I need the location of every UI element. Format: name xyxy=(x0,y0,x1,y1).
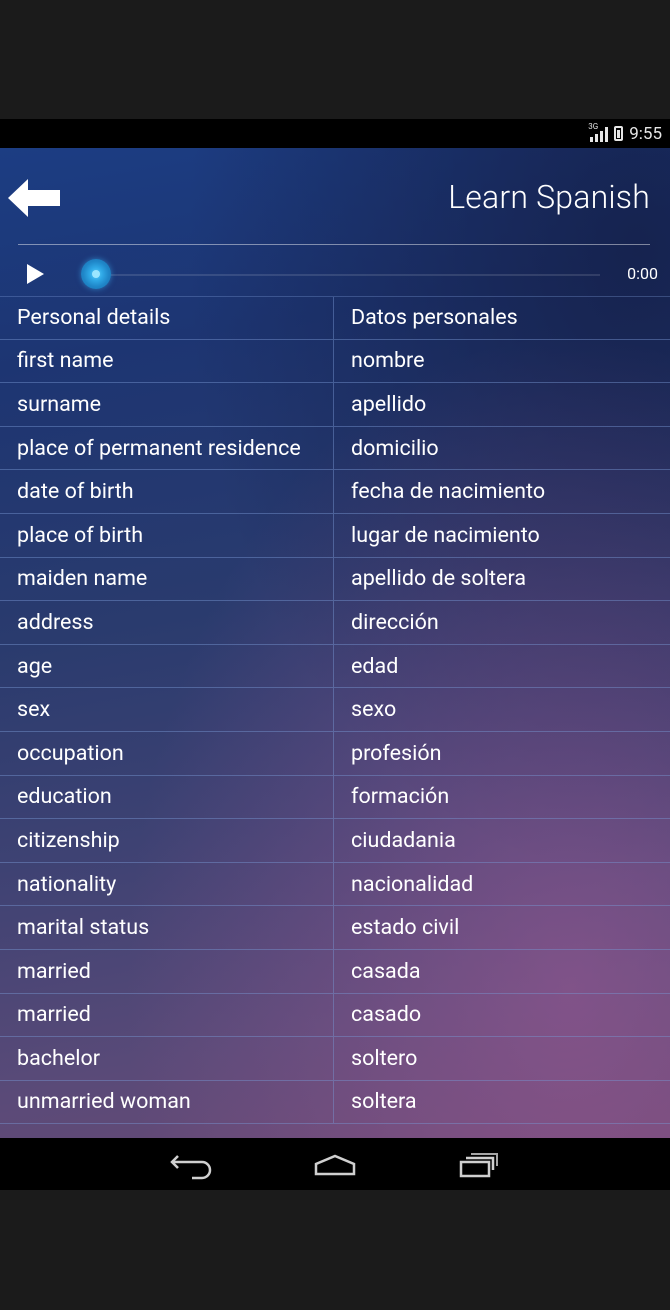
back-arrow-icon[interactable] xyxy=(8,179,60,217)
elapsed-time: 0:00 xyxy=(627,264,658,283)
header-divider xyxy=(18,244,650,245)
top-letterbox xyxy=(0,0,670,119)
table-row[interactable]: citizenship ciudadania xyxy=(0,819,670,863)
english-term: Personal details xyxy=(0,297,334,339)
seek-thumb[interactable] xyxy=(81,259,111,289)
status-time: 9:55 xyxy=(629,123,662,144)
table-row[interactable]: place of permanent residence domicilio xyxy=(0,426,670,471)
table-row[interactable]: bachelor soltero xyxy=(0,1037,670,1081)
table-row[interactable]: sex sexo xyxy=(0,688,670,732)
table-row[interactable]: place of birth lugar de nacimiento xyxy=(0,513,670,558)
spanish-term: Datos personales xyxy=(351,305,518,331)
table-row[interactable]: nationality nacionalidad xyxy=(0,862,670,907)
table-row[interactable]: first name nombre xyxy=(0,339,670,384)
english-term: unmarried woman xyxy=(0,1080,334,1124)
play-icon[interactable] xyxy=(25,262,45,286)
english-term: place of birth xyxy=(0,513,334,557)
table-row[interactable]: marital status estado civil xyxy=(0,906,670,950)
english-term: surname xyxy=(0,383,334,426)
spanish-term: casada xyxy=(351,958,421,984)
english-term: address xyxy=(0,601,334,644)
english-term: marital status xyxy=(0,906,334,949)
nav-home-icon[interactable] xyxy=(310,1148,360,1180)
spanish-term: profesión xyxy=(351,740,442,766)
spanish-term: soltera xyxy=(351,1089,417,1115)
english-term: nationality xyxy=(0,862,334,906)
table-row[interactable]: maiden name apellido de soltera xyxy=(0,557,670,602)
table-row[interactable]: education formación xyxy=(0,775,670,820)
spanish-term: nacionalidad xyxy=(351,871,474,897)
header: Learn Spanish 0:00 xyxy=(0,148,670,296)
battery-icon xyxy=(614,126,624,141)
table-row[interactable]: date of birth fecha de nacimiento xyxy=(0,470,670,514)
table-row[interactable]: married casado xyxy=(0,993,670,1038)
english-term: occupation xyxy=(0,731,334,775)
nav-back-icon[interactable] xyxy=(168,1148,218,1180)
spanish-term: apellido de soltera xyxy=(351,566,527,592)
app-screen: Learn Spanish 0:00 Personal details Datos… xyxy=(0,148,670,1138)
spanish-term: soltero xyxy=(351,1045,418,1071)
table-row[interactable]: Personal details Datos personales xyxy=(0,296,670,340)
spanish-term: ciudadania xyxy=(351,827,456,853)
english-term: place of permanent residence xyxy=(0,426,334,470)
spanish-term: sexo xyxy=(351,697,397,723)
table-row[interactable]: address dirección xyxy=(0,601,670,645)
bottom-letterbox xyxy=(0,1190,670,1310)
english-term: maiden name xyxy=(0,557,334,601)
spanish-term: lugar de nacimiento xyxy=(351,522,540,548)
vocabulary-table: Personal details Datos personales first na… xyxy=(0,296,670,1125)
network-type: 3G xyxy=(588,121,599,131)
status-bar: 3G 9:55 xyxy=(0,119,670,148)
spanish-term: apellido xyxy=(351,391,427,417)
spanish-term: casado xyxy=(351,1002,422,1028)
table-row[interactable]: married casada xyxy=(0,949,670,994)
english-term: married xyxy=(0,993,334,1037)
english-term: education xyxy=(0,775,334,819)
table-row[interactable]: occupation profesión xyxy=(0,731,670,776)
audio-player: 0:00 xyxy=(0,256,670,292)
table-row[interactable]: surname apellido xyxy=(0,383,670,427)
english-term: sex xyxy=(0,688,334,731)
english-term: first name xyxy=(0,339,334,383)
table-row[interactable]: age edad xyxy=(0,644,670,689)
signal-icon: 3G xyxy=(588,122,609,142)
navigation-bar xyxy=(0,1138,670,1190)
spanish-term: formación xyxy=(351,784,450,810)
english-term: date of birth xyxy=(0,470,334,513)
spanish-term: nombre xyxy=(351,348,425,374)
spanish-term: dirección xyxy=(351,609,439,635)
nav-recents-icon[interactable] xyxy=(453,1148,503,1180)
spanish-term: estado civil xyxy=(351,915,460,941)
seek-track[interactable] xyxy=(96,274,600,276)
english-term: married xyxy=(0,949,334,993)
english-term: bachelor xyxy=(0,1037,334,1080)
english-term: citizenship xyxy=(0,819,334,862)
page-title: Learn Spanish xyxy=(448,178,650,216)
spanish-term: domicilio xyxy=(351,435,439,461)
spanish-term: edad xyxy=(351,653,399,679)
english-term: age xyxy=(0,644,334,688)
spanish-term: fecha de nacimiento xyxy=(351,479,546,505)
table-row[interactable]: unmarried woman soltera xyxy=(0,1080,670,1125)
